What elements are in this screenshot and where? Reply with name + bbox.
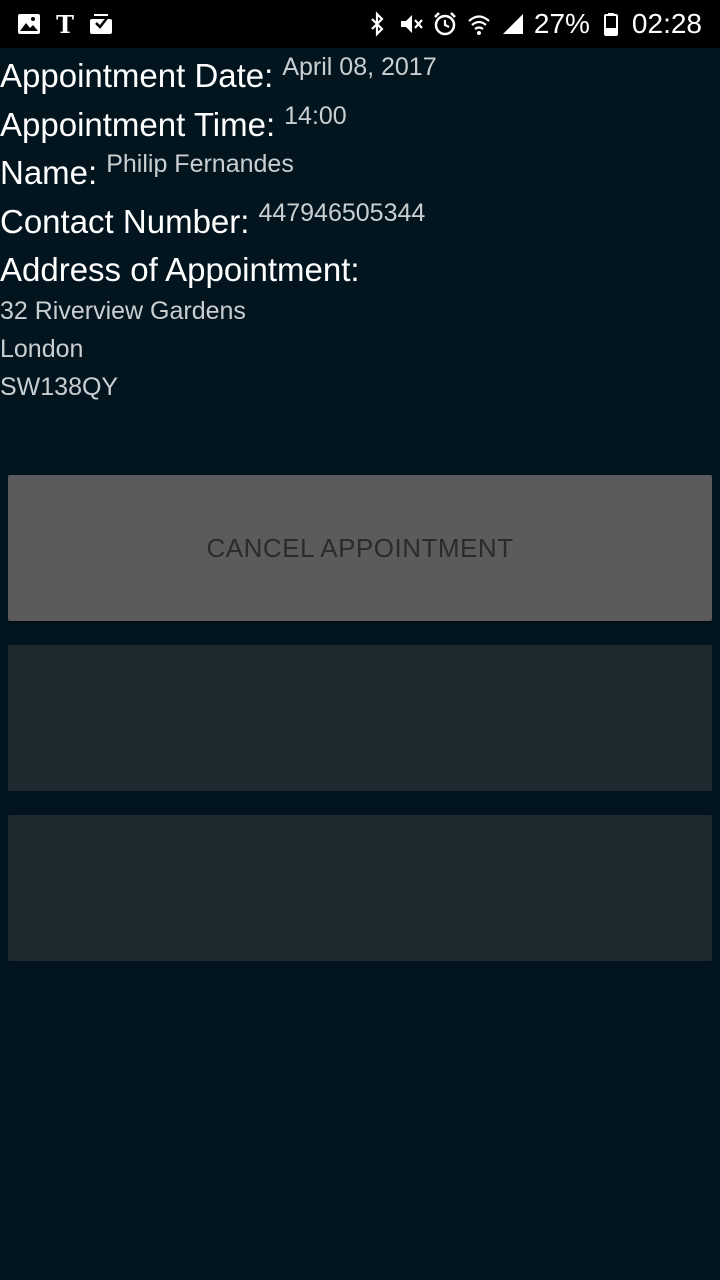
battery-icon: [598, 11, 624, 37]
image-icon: [16, 11, 42, 37]
wifi-icon: [466, 11, 492, 37]
svg-text:T: T: [56, 11, 74, 37]
mute-icon: [398, 11, 424, 37]
appointment-details: Appointment Date: April 08, 2017 Appoint…: [0, 52, 720, 295]
name-row: Name: Philip Fernandes: [0, 149, 720, 198]
address-line-1: 32 Riverview Gardens: [0, 297, 246, 325]
tertiary-action-button[interactable]: [8, 815, 712, 961]
appointment-time-label: Appointment Time:: [0, 105, 276, 143]
contact-number-label: Contact Number:: [0, 202, 250, 240]
status-bar-left: T: [16, 10, 114, 38]
nyt-icon: T: [52, 11, 78, 37]
name-label: Name:: [0, 154, 98, 191]
inbox-icon: [88, 11, 114, 37]
cancel-appointment-button[interactable]: CANCEL APPOINTMENT: [8, 475, 712, 621]
appointment-time-value: 14:00: [284, 101, 347, 130]
secondary-action-button[interactable]: [8, 645, 712, 791]
appointment-date-label: Appointment Date:: [0, 57, 274, 94]
status-time: 02:28: [631, 8, 702, 39]
address-line-3: SW138QY: [0, 373, 119, 401]
contact-number-row: Contact Number: 447946505344: [0, 198, 720, 247]
address-block: 32 Riverview Gardens London SW138QY: [0, 292, 246, 406]
name-value: Philip Fernandes: [106, 150, 294, 178]
address-line-2: London: [0, 335, 84, 363]
status-bar: T 27% 02:28: [0, 0, 720, 48]
bluetooth-icon: [364, 11, 390, 37]
appointment-date-value: April 08, 2017: [282, 53, 437, 81]
address-label: Address of Appointment:: [0, 251, 360, 288]
status-bar-right: 27% 02:28: [364, 8, 702, 40]
appointment-time-row: Appointment Time: 14:00: [0, 101, 720, 150]
contact-number-value: 447946505344: [258, 198, 426, 227]
address-row: Address of Appointment:: [0, 246, 720, 295]
signal-icon: [500, 11, 526, 37]
appointment-date-row: Appointment Date: April 08, 2017: [0, 52, 720, 101]
alarm-icon: [432, 11, 458, 37]
battery-percent: 27%: [533, 8, 590, 39]
